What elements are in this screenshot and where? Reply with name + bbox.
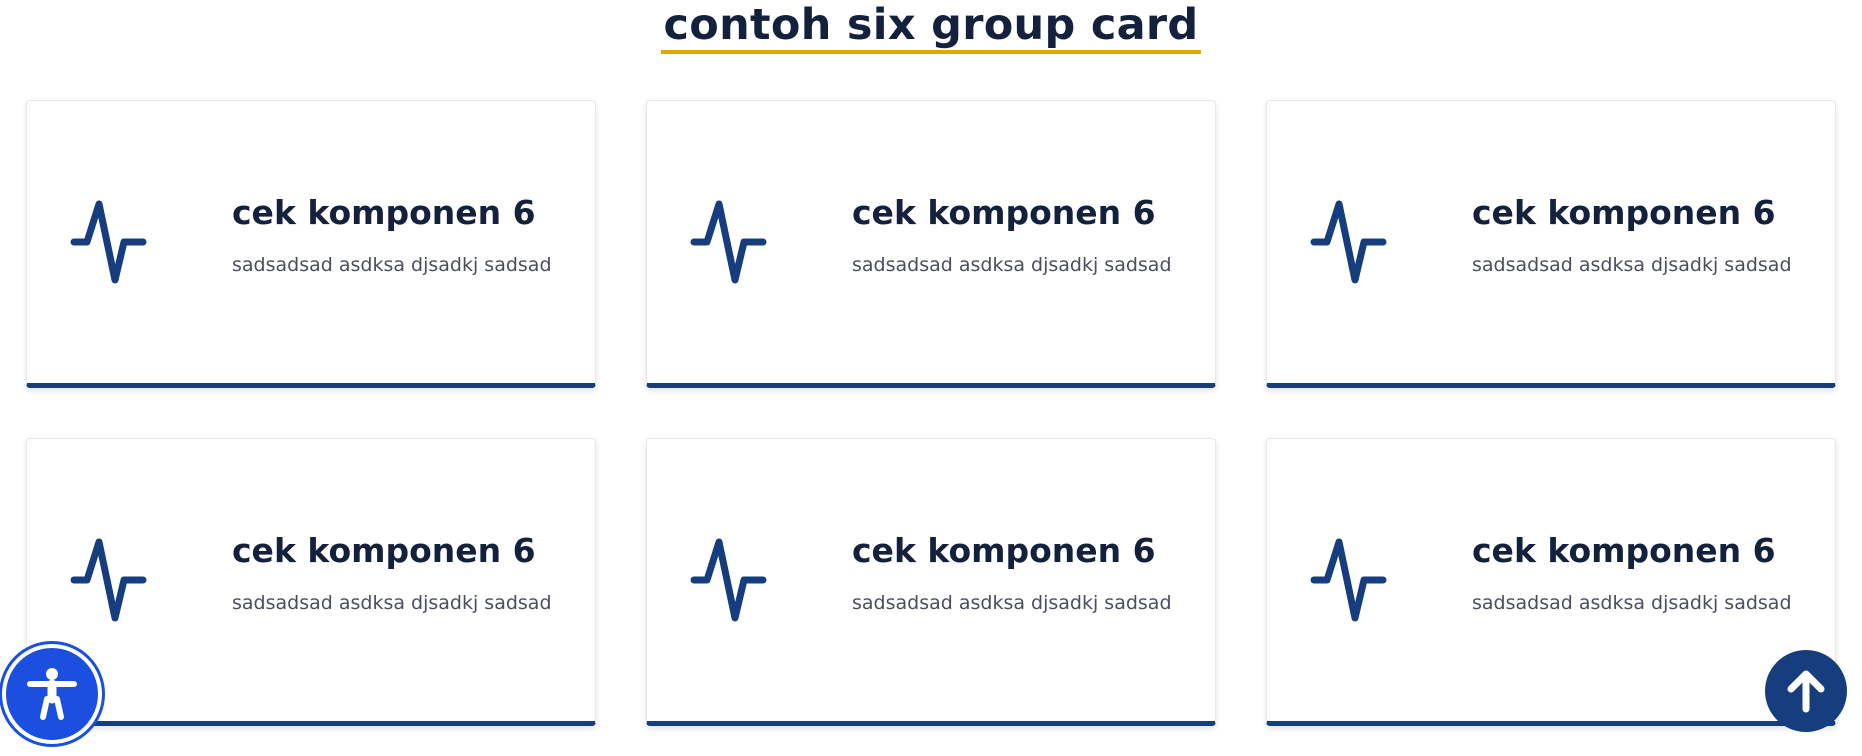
card-description: sadsadsad asdksa djsadkj sadsad: [232, 254, 552, 276]
card-title: cek komponen 6: [1472, 193, 1776, 232]
card-title: cek komponen 6: [852, 531, 1156, 570]
feature-card[interactable]: cek komponen 6 sadsadsad asdksa djsadkj …: [646, 438, 1216, 726]
card-description: sadsadsad asdksa djsadkj sadsad: [232, 592, 552, 614]
activity-icon: [1307, 535, 1397, 625]
card-body: cek komponen 6 sadsadsad asdksa djsadkj …: [1472, 531, 1832, 615]
activity-icon: [687, 197, 777, 287]
activity-icon: [67, 197, 157, 287]
feature-card[interactable]: cek komponen 6 sadsadsad asdksa djsadkj …: [1266, 438, 1836, 726]
feature-card[interactable]: cek komponen 6 sadsadsad asdksa djsadkj …: [646, 100, 1216, 388]
feature-card[interactable]: cek komponen 6 sadsadsad asdksa djsadkj …: [26, 100, 596, 388]
arrow-up-icon: [1787, 670, 1825, 713]
feature-card[interactable]: cek komponen 6 sadsadsad asdksa djsadkj …: [26, 438, 596, 726]
card-title: cek komponen 6: [852, 193, 1156, 232]
card-description: sadsadsad asdksa djsadkj sadsad: [1472, 254, 1792, 276]
card-body: cek komponen 6 sadsadsad asdksa djsadkj …: [1472, 193, 1832, 277]
card-body: cek komponen 6 sadsadsad asdksa djsadkj …: [232, 531, 592, 615]
accessibility-icon: [27, 668, 77, 720]
section-header: contoh six group card: [0, 0, 1862, 54]
accessibility-button[interactable]: [2, 644, 102, 744]
page: contoh six group card cek komponen 6 sad…: [0, 0, 1862, 756]
card-description: sadsadsad asdksa djsadkj sadsad: [1472, 592, 1792, 614]
section-title: contoh six group card: [661, 0, 1201, 54]
card-title: cek komponen 6: [232, 193, 536, 232]
activity-icon: [687, 535, 777, 625]
card-title: cek komponen 6: [1472, 531, 1776, 570]
card-description: sadsadsad asdksa djsadkj sadsad: [852, 254, 1172, 276]
card-body: cek komponen 6 sadsadsad asdksa djsadkj …: [232, 193, 592, 277]
card-title: cek komponen 6: [232, 531, 536, 570]
card-grid: cek komponen 6 sadsadsad asdksa djsadkj …: [26, 100, 1836, 726]
activity-icon: [1307, 197, 1397, 287]
feature-card[interactable]: cek komponen 6 sadsadsad asdksa djsadkj …: [1266, 100, 1836, 388]
card-description: sadsadsad asdksa djsadkj sadsad: [852, 592, 1172, 614]
card-body: cek komponen 6 sadsadsad asdksa djsadkj …: [852, 193, 1212, 277]
card-body: cek komponen 6 sadsadsad asdksa djsadkj …: [852, 531, 1212, 615]
back-to-top-button[interactable]: [1765, 650, 1847, 732]
activity-icon: [67, 535, 157, 625]
